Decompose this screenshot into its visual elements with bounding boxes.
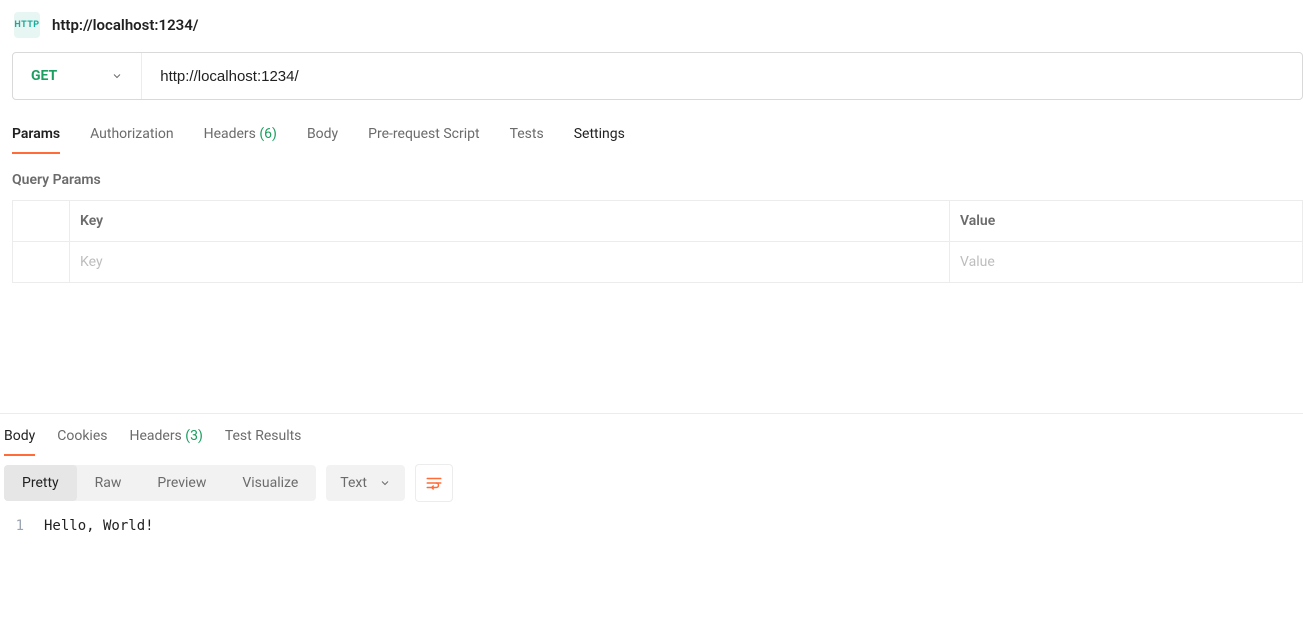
tab-prerequest[interactable]: Pre-request Script	[368, 126, 479, 154]
key-input[interactable]: Key	[70, 242, 950, 282]
view-mode-pretty[interactable]: Pretty	[4, 465, 77, 501]
chevron-down-icon	[379, 477, 391, 489]
request-tabs: Params Authorization Headers (6) Body Pr…	[0, 100, 1303, 154]
resp-tab-headers-count: (3)	[185, 428, 203, 444]
wrap-icon	[425, 474, 443, 492]
view-mode-visualize[interactable]: Visualize	[224, 465, 316, 501]
resp-tab-cookies[interactable]: Cookies	[57, 428, 107, 456]
line-number: 1	[4, 518, 44, 534]
wrap-lines-button[interactable]	[415, 464, 453, 502]
tab-tests[interactable]: Tests	[510, 126, 544, 154]
value-input[interactable]: Value	[950, 242, 1302, 282]
view-mode-row: Pretty Raw Preview Visualize Text	[0, 456, 1303, 510]
tab-body[interactable]: Body	[307, 126, 338, 154]
url-bar: GET	[12, 52, 1303, 100]
resp-tab-headers-label: Headers	[129, 428, 181, 444]
tab-params[interactable]: Params	[12, 126, 60, 154]
query-params-title: Query Params	[0, 154, 1303, 200]
value-header: Value	[950, 201, 1302, 241]
table-header-row: Key Value	[13, 201, 1302, 242]
request-title: http://localhost:1234/	[52, 16, 199, 34]
view-mode-raw[interactable]: Raw	[77, 465, 140, 501]
resp-tab-body[interactable]: Body	[4, 428, 35, 456]
view-mode-group: Pretty Raw Preview Visualize	[4, 465, 316, 501]
tab-headers-count: (6)	[259, 126, 277, 142]
resp-tab-headers[interactable]: Headers (3)	[129, 428, 202, 456]
checkbox-header-cell	[13, 201, 70, 241]
checkbox-cell[interactable]	[13, 242, 70, 282]
http-method-select[interactable]: GET	[13, 53, 142, 99]
code-line: 1 Hello, World!	[4, 518, 1299, 534]
tab-headers-label: Headers	[204, 126, 256, 142]
response-body[interactable]: 1 Hello, World!	[0, 510, 1303, 542]
content-type-select[interactable]: Text	[326, 465, 405, 501]
tab-authorization[interactable]: Authorization	[90, 126, 173, 154]
http-icon: HTTP	[14, 12, 40, 38]
line-text: Hello, World!	[44, 518, 154, 534]
url-input[interactable]	[142, 53, 1302, 99]
view-mode-preview[interactable]: Preview	[139, 465, 224, 501]
request-tab-header: HTTP http://localhost:1234/	[0, 0, 1303, 52]
chevron-down-icon	[111, 70, 123, 82]
resp-tab-test-results[interactable]: Test Results	[225, 428, 302, 456]
response-tabs: Body Cookies Headers (3) Test Results	[0, 414, 1303, 456]
tab-headers[interactable]: Headers (6)	[204, 126, 277, 154]
table-row[interactable]: Key Value	[13, 242, 1302, 282]
tab-settings[interactable]: Settings	[574, 126, 625, 154]
query-params-table: Key Value Key Value	[12, 200, 1303, 283]
key-header: Key	[70, 201, 950, 241]
http-method-label: GET	[31, 68, 57, 84]
content-type-label: Text	[340, 475, 367, 491]
